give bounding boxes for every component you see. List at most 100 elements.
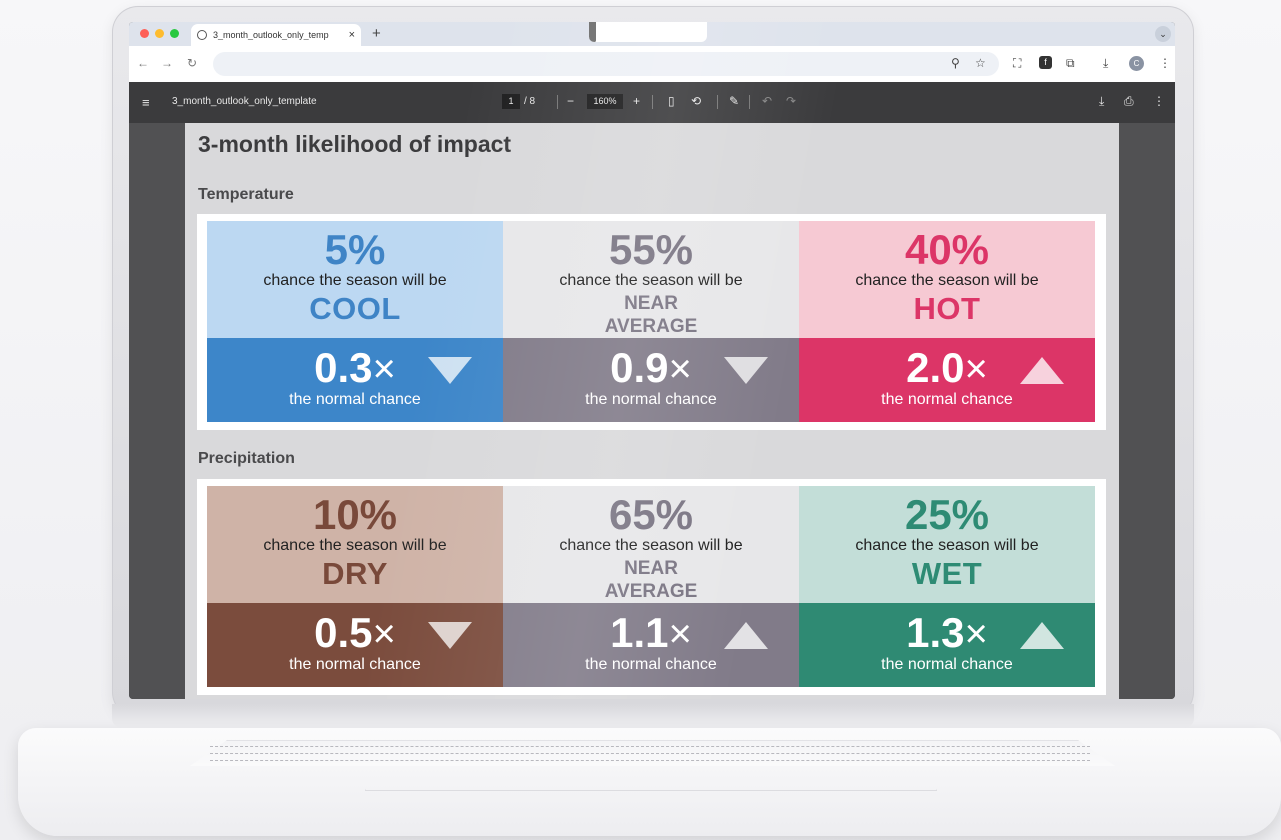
category-label: AVERAGE	[604, 581, 698, 602]
card-bottom: 0.9× the normal chance	[503, 338, 799, 422]
category-label: DRY	[322, 556, 388, 591]
tab-pdf[interactable]: 3_month_outlook_only_temp ×	[191, 24, 361, 46]
back-arrow-icon[interactable]: ←	[137, 56, 149, 70]
category-label: HOT	[913, 291, 981, 326]
rotate-icon[interactable]: ⟲	[691, 94, 701, 108]
probability-subtitle: chance the season will be	[559, 272, 743, 289]
category-label: NEAR	[624, 558, 678, 579]
normal-chance-label: the normal chance	[585, 656, 717, 673]
category-label: NEAR	[624, 293, 678, 314]
kebab-menu-icon[interactable]: ⋮	[1159, 56, 1171, 70]
close-tab-icon[interactable]: ×	[349, 29, 355, 41]
normal-chance-label: the normal chance	[881, 391, 1013, 408]
redo-icon[interactable]: ↷	[786, 94, 796, 108]
reload-icon[interactable]: ↻	[187, 56, 197, 70]
times-symbol: ×	[668, 612, 692, 656]
forward-arrow-icon[interactable]: →	[161, 56, 173, 70]
download-icon[interactable]: ⤓	[1103, 56, 1108, 71]
times-symbol: ×	[372, 612, 396, 656]
profile-avatar[interactable]: C	[1129, 56, 1144, 71]
card-bottom: 1.1× the normal chance	[503, 603, 799, 687]
divider	[717, 95, 718, 109]
laptop-screen: 3_month_outlook_only_temp × + ⌄ ← → ↻ ⚲ …	[129, 22, 1175, 699]
normal-chance-label: the normal chance	[585, 391, 717, 408]
card-top: 65% chance the season will be NEAR AVERAGE	[503, 486, 799, 603]
maximize-window-button[interactable]	[170, 29, 179, 38]
zoom-in-button[interactable]: +	[633, 94, 640, 108]
multiplier-value: 1.1	[610, 609, 669, 656]
key-row	[210, 753, 1090, 754]
temperature-card-hot: 40% chance the season will be HOT 2.0× the n…	[799, 221, 1095, 422]
extension-icon[interactable]: f	[1039, 56, 1052, 69]
undo-icon[interactable]: ↶	[762, 94, 772, 108]
hamburger-menu-icon[interactable]: ≡	[142, 95, 150, 110]
key-row	[210, 760, 1090, 761]
key-row	[210, 746, 1090, 747]
precipitation-card-wet: 25% chance the season will be WET 1.3× the n…	[799, 486, 1095, 687]
zoom-input[interactable]: 160%	[587, 94, 623, 109]
up-triangle-icon	[1020, 357, 1064, 384]
screenshot-icon[interactable]: ⛶	[1013, 56, 1021, 71]
up-triangle-icon	[724, 622, 768, 649]
multiplier-value: 0.3	[314, 344, 373, 391]
trackpad	[365, 765, 937, 791]
card-top: 25% chance the season will be WET	[799, 486, 1095, 603]
browser-toolbar: ← → ↻ ⚲ ☆ ⛶ f ⧉ ⤓ C ⋮	[129, 46, 1175, 82]
probability-percent: 65%	[608, 491, 694, 538]
multiplier-value: 1.3	[906, 609, 965, 656]
more-options-icon[interactable]: ⋮	[1153, 94, 1165, 108]
zoom-lens-icon[interactable]: ⚲	[951, 56, 960, 70]
tab-search-button[interactable]: ⌄	[1155, 26, 1171, 42]
divider	[749, 95, 750, 109]
probability-percent: 5%	[324, 226, 386, 273]
card-top: 5% chance the season will be COOL	[207, 221, 503, 338]
download-icon[interactable]: ⤓	[1099, 94, 1104, 109]
minimize-window-button[interactable]	[155, 29, 164, 38]
new-tab-button[interactable]: +	[372, 25, 381, 42]
temperature-card-near-average: 55% chance the season will be NEAR AVERAGE 0…	[503, 221, 799, 422]
address-bar[interactable]	[213, 52, 999, 76]
probability-subtitle: chance the season will be	[559, 537, 743, 554]
tab-title: 3_month_outlook_only_temp	[213, 30, 329, 40]
page-total: / 8	[524, 96, 536, 107]
category-label: AVERAGE	[604, 316, 698, 337]
fit-page-icon[interactable]: ▯	[668, 94, 675, 108]
precipitation-heading: Precipitation	[198, 450, 295, 467]
print-icon[interactable]: ⎙	[1124, 94, 1134, 109]
times-symbol: ×	[668, 347, 692, 391]
probability-percent: 10%	[312, 491, 398, 538]
camera-notch	[589, 22, 707, 42]
card-top: 55% chance the season will be NEAR AVERAGE	[503, 221, 799, 338]
close-window-button[interactable]	[140, 29, 149, 38]
category-label: COOL	[309, 291, 401, 326]
normal-chance-label: the normal chance	[289, 656, 421, 673]
page-title: 3-month likelihood of impact	[198, 131, 512, 157]
temperature-heading: Temperature	[198, 186, 294, 203]
probability-subtitle: chance the season will be	[263, 272, 447, 289]
times-symbol: ×	[964, 347, 988, 391]
category-label: WET	[911, 556, 983, 591]
multiplier-value: 2.0	[906, 344, 965, 391]
pdf-page: 3-month likelihood of impact Temperature…	[185, 123, 1119, 699]
card-top: 10% chance the season will be DRY	[207, 486, 503, 603]
probability-subtitle: chance the season will be	[263, 537, 447, 554]
probability-subtitle: chance the season will be	[855, 537, 1039, 554]
times-symbol: ×	[964, 612, 988, 656]
down-triangle-icon	[428, 622, 472, 649]
bookmark-star-icon[interactable]: ☆	[975, 56, 986, 70]
pdf-viewport[interactable]: 3-month likelihood of impact Temperature…	[129, 123, 1175, 699]
precipitation-card-dry: 10% chance the season will be DRY 0.5× the n…	[207, 486, 503, 687]
puzzle-extensions-icon[interactable]: ⧉	[1066, 56, 1075, 71]
zoom-out-button[interactable]: −	[567, 94, 574, 108]
deck-edge	[365, 790, 937, 791]
precipitation-card-near-average: 65% chance the season will be NEAR AVERAGE 1…	[503, 486, 799, 687]
annotate-pen-icon[interactable]: ✎	[729, 94, 739, 108]
multiplier-value: 0.5	[314, 609, 373, 656]
times-symbol: ×	[372, 347, 396, 391]
card-bottom: 1.3× the normal chance	[799, 603, 1095, 687]
card-top: 40% chance the season will be HOT	[799, 221, 1095, 338]
card-bottom: 0.5× the normal chance	[207, 603, 503, 687]
temperature-card-cool: 5% chance the season will be COOL 0.3× the n…	[207, 221, 503, 422]
divider	[652, 95, 653, 109]
page-number-input[interactable]: 1	[502, 94, 520, 109]
